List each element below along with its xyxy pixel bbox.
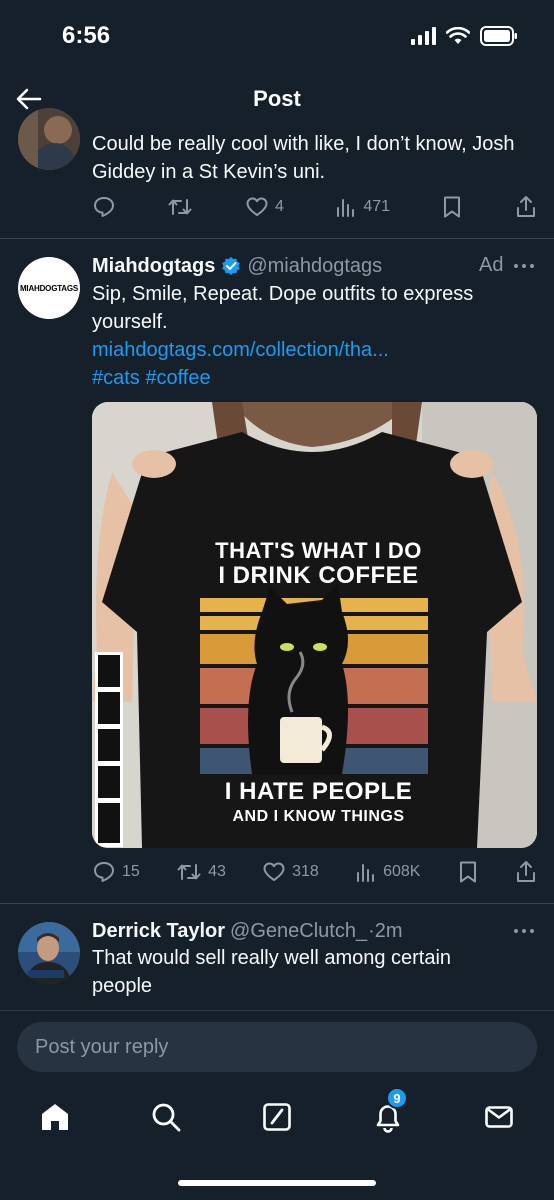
shirt-text-line-1: THAT'S WHAT I DO: [215, 538, 422, 563]
reply-post[interactable]: Derrick Taylor @GeneClutch_ ·2m That wou…: [0, 904, 554, 1010]
bookmark-icon: [459, 861, 476, 883]
post-header: Derrick Taylor @GeneClutch_ ·2m: [92, 917, 403, 945]
shirt-text-line-3: I HATE PEOPLE: [224, 778, 413, 805]
avatar[interactable]: [18, 108, 80, 170]
reply-count: 15: [122, 863, 140, 880]
tab-compose[interactable]: [253, 1093, 301, 1141]
more-options-button[interactable]: [512, 256, 536, 276]
avatar[interactable]: [18, 922, 80, 984]
like-count: 4: [274, 198, 284, 215]
tab-home[interactable]: [31, 1093, 79, 1141]
more-options-button[interactable]: [512, 921, 536, 941]
tab-search[interactable]: [142, 1093, 190, 1141]
reply-input[interactable]: Post your reply: [17, 1022, 537, 1072]
avatar-image: [18, 922, 80, 984]
post-text: Sip, Smile, Repeat. Dope outfits to expr…: [92, 283, 474, 333]
view-count: 608K: [383, 863, 421, 880]
previous-post-actions: 4 471: [92, 192, 537, 222]
share-icon: [516, 196, 535, 217]
reply-button[interactable]: [92, 195, 116, 219]
shirt-text-line-4: AND I KNOW THINGS: [232, 808, 405, 825]
status-bar: 6:56: [0, 0, 554, 72]
repost-count: 43: [208, 863, 226, 880]
more-icon: [514, 929, 534, 933]
author-handle[interactable]: @miahdogtags: [247, 255, 382, 278]
page-title: Post: [253, 86, 301, 111]
compose-icon: [263, 1103, 291, 1131]
share-button[interactable]: [515, 195, 537, 219]
notifications-badge: 9: [386, 1087, 408, 1109]
avatar-image: [18, 108, 80, 170]
tab-notifications[interactable]: 9: [364, 1087, 412, 1141]
mail-icon: [485, 1106, 513, 1128]
ad-label: Ad: [479, 254, 504, 276]
status-time: 6:56: [62, 22, 111, 49]
like-button[interactable]: 318: [262, 860, 319, 884]
post-media[interactable]: THAT'S WHAT I DO I DRINK COFFEE I HATE P…: [92, 402, 537, 848]
reply-icon: [94, 197, 114, 217]
bookmark-button[interactable]: [457, 860, 479, 884]
advertiser-logo-text: MIAHDOGTAGS: [19, 283, 79, 293]
repost-icon: [168, 199, 192, 215]
post-time: ·2m: [368, 919, 403, 942]
post-header: Miahdogtags @miahdogtags: [92, 252, 537, 280]
home-icon: [42, 1104, 68, 1130]
promoted-post-actions: 15 43 318 608K: [92, 857, 537, 887]
verified-badge-icon: [222, 257, 241, 275]
views-button[interactable]: 471: [335, 196, 390, 218]
views-icon: [337, 199, 355, 217]
wifi-icon: [446, 27, 470, 44]
top-bar: Post: [0, 72, 554, 126]
reply-icon: [94, 862, 114, 882]
author-name[interactable]: Derrick Taylor: [92, 920, 225, 943]
author-name[interactable]: Miahdogtags: [92, 255, 215, 278]
home-indicator: [178, 1180, 376, 1186]
share-button[interactable]: [515, 860, 537, 884]
repost-button[interactable]: 43: [176, 860, 226, 884]
reply-button[interactable]: 15: [92, 860, 140, 884]
post-text: Could be really cool with like, I don’t …: [92, 133, 515, 183]
bookmark-icon: [444, 196, 461, 218]
views-button[interactable]: 608K: [355, 861, 420, 883]
repost-icon: [177, 864, 201, 880]
like-button[interactable]: 4: [245, 195, 284, 219]
repost-button[interactable]: [167, 195, 193, 219]
promoted-post[interactable]: MIAHDOGTAGS Miahdogtags @miahdogtags Ad …: [0, 239, 554, 899]
view-count: 471: [363, 198, 391, 215]
advertiser-avatar[interactable]: MIAHDOGTAGS: [18, 257, 80, 319]
bookmark-button[interactable]: [441, 195, 463, 219]
more-icon: [514, 264, 534, 268]
reply-placeholder: Post your reply: [35, 1036, 169, 1058]
post-link[interactable]: miahdogtags.com/collection/tha...: [92, 336, 389, 364]
share-icon: [517, 861, 535, 882]
search-icon: [152, 1103, 181, 1132]
views-icon: [357, 864, 375, 882]
post-text: That would sell really well among certai…: [92, 947, 452, 997]
heart-icon: [246, 197, 268, 216]
post-hashtags[interactable]: #cats #coffee: [92, 364, 211, 392]
like-count: 318: [292, 863, 319, 880]
author-handle[interactable]: @GeneClutch_: [230, 920, 367, 943]
battery-icon: [480, 26, 517, 46]
shirt-text-line-2: I DRINK COFFEE: [218, 562, 419, 589]
cellular-signal-icon: [411, 27, 436, 45]
tab-messages[interactable]: [475, 1093, 523, 1141]
heart-icon: [263, 862, 285, 881]
status-icons: [411, 26, 518, 46]
